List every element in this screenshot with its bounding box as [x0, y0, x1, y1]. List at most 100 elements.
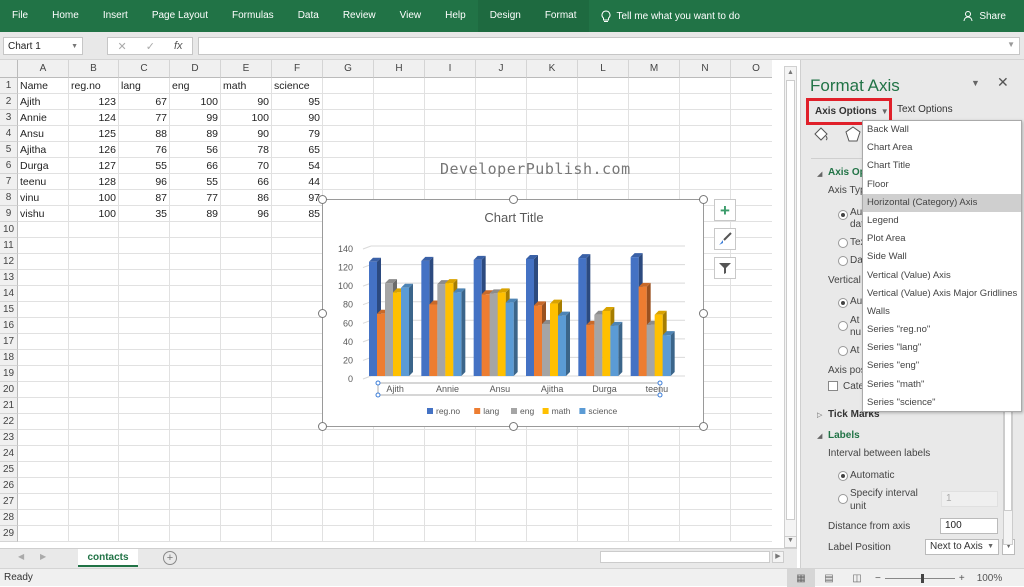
- cell-C12[interactable]: [119, 254, 170, 270]
- cell-F18[interactable]: [272, 350, 323, 366]
- cell-L3[interactable]: [578, 110, 629, 126]
- cell-J25[interactable]: [476, 462, 527, 478]
- zoom-level[interactable]: 100%: [977, 573, 1003, 584]
- formula-input[interactable]: ▼: [198, 37, 1020, 55]
- cell-D2[interactable]: 100: [170, 94, 221, 110]
- text-options-tab[interactable]: Text Options: [897, 104, 953, 115]
- ribbon-tab-file[interactable]: File: [0, 0, 40, 32]
- cell-O5[interactable]: [731, 142, 772, 158]
- cell-L5[interactable]: [578, 142, 629, 158]
- cell-M5[interactable]: [629, 142, 680, 158]
- cell-C15[interactable]: [119, 302, 170, 318]
- cell-L25[interactable]: [578, 462, 629, 478]
- next-sheet-icon[interactable]: ▶: [40, 552, 46, 561]
- ribbon-tab-formulas[interactable]: Formulas: [220, 0, 286, 32]
- cell-L26[interactable]: [578, 478, 629, 494]
- cell-A8[interactable]: vinu: [18, 190, 69, 206]
- cell-A23[interactable]: [18, 430, 69, 446]
- column-header-N[interactable]: N: [680, 60, 731, 78]
- cell-G27[interactable]: [323, 494, 374, 510]
- cell-G6[interactable]: [323, 158, 374, 174]
- cell-D8[interactable]: 77: [170, 190, 221, 206]
- scroll-right-icon[interactable]: ▶: [772, 551, 784, 563]
- cell-C22[interactable]: [119, 414, 170, 430]
- cell-C23[interactable]: [119, 430, 170, 446]
- cell-I25[interactable]: [425, 462, 476, 478]
- column-header-E[interactable]: E: [221, 60, 272, 78]
- cell-I2[interactable]: [425, 94, 476, 110]
- row-header-18[interactable]: 18: [0, 350, 18, 366]
- row-header-19[interactable]: 19: [0, 366, 18, 382]
- cell-A28[interactable]: [18, 510, 69, 526]
- ribbon-tab-data[interactable]: Data: [286, 0, 331, 32]
- cell-D3[interactable]: 99: [170, 110, 221, 126]
- ribbon-tab-home[interactable]: Home: [40, 0, 91, 32]
- cell-E20[interactable]: [221, 382, 272, 398]
- cell-A19[interactable]: [18, 366, 69, 382]
- cell-A10[interactable]: [18, 222, 69, 238]
- cell-L24[interactable]: [578, 446, 629, 462]
- collapse-icon[interactable]: ◢: [817, 432, 822, 440]
- cell-F3[interactable]: 90: [272, 110, 323, 126]
- interval-unit-input[interactable]: 1: [941, 491, 998, 507]
- cell-E29[interactable]: [221, 526, 272, 542]
- cell-N3[interactable]: [680, 110, 731, 126]
- cell-D28[interactable]: [170, 510, 221, 526]
- cell-A1[interactable]: Name: [18, 78, 69, 94]
- column-header-O[interactable]: O: [731, 60, 772, 78]
- cell-F11[interactable]: [272, 238, 323, 254]
- cell-K27[interactable]: [527, 494, 578, 510]
- cell-H26[interactable]: [374, 478, 425, 494]
- cell-F5[interactable]: 65: [272, 142, 323, 158]
- cell-B19[interactable]: [69, 366, 119, 382]
- zoom-slider[interactable]: [884, 573, 955, 583]
- cell-C8[interactable]: 87: [119, 190, 170, 206]
- cell-A3[interactable]: Annie: [18, 110, 69, 126]
- cell-D27[interactable]: [170, 494, 221, 510]
- cell-A17[interactable]: [18, 334, 69, 350]
- cell-E4[interactable]: 90: [221, 126, 272, 142]
- cell-C3[interactable]: 77: [119, 110, 170, 126]
- cell-D21[interactable]: [170, 398, 221, 414]
- cell-M27[interactable]: [629, 494, 680, 510]
- name-box[interactable]: Chart 1 ▼: [3, 37, 83, 55]
- cell-A2[interactable]: Ajith: [18, 94, 69, 110]
- chart[interactable]: Chart Title 0 20 40 60 80 100 120 140 Ajith Annie A…: [322, 199, 704, 427]
- cell-B24[interactable]: [69, 446, 119, 462]
- cell-A25[interactable]: [18, 462, 69, 478]
- cell-H3[interactable]: [374, 110, 425, 126]
- chart-resize-handle[interactable]: [318, 308, 327, 318]
- dropdown-option[interactable]: Plot Area: [863, 230, 1021, 248]
- cell-A20[interactable]: [18, 382, 69, 398]
- cell-D15[interactable]: [170, 302, 221, 318]
- cell-C11[interactable]: [119, 238, 170, 254]
- cell-D12[interactable]: [170, 254, 221, 270]
- cell-M28[interactable]: [629, 510, 680, 526]
- ribbon-tab-format[interactable]: Format: [532, 0, 589, 32]
- column-header-F[interactable]: F: [272, 60, 323, 78]
- dropdown-option[interactable]: Series "reg.no": [863, 321, 1021, 339]
- select-all-corner[interactable]: [0, 60, 18, 78]
- cell-E13[interactable]: [221, 270, 272, 286]
- cell-K3[interactable]: [527, 110, 578, 126]
- cell-F22[interactable]: [272, 414, 323, 430]
- cell-F15[interactable]: [272, 302, 323, 318]
- cell-O19[interactable]: [731, 366, 772, 382]
- cell-G28[interactable]: [323, 510, 374, 526]
- distance-input[interactable]: 100: [940, 518, 998, 534]
- cell-M6[interactable]: [629, 158, 680, 174]
- row-header-21[interactable]: 21: [0, 398, 18, 414]
- cell-F2[interactable]: 95: [272, 94, 323, 110]
- cell-A15[interactable]: [18, 302, 69, 318]
- cell-D25[interactable]: [170, 462, 221, 478]
- cell-B2[interactable]: 123: [69, 94, 119, 110]
- cell-E12[interactable]: [221, 254, 272, 270]
- cell-K5[interactable]: [527, 142, 578, 158]
- row-header-9[interactable]: 9: [0, 206, 18, 222]
- cell-F12[interactable]: [272, 254, 323, 270]
- cell-N7[interactable]: [680, 174, 731, 190]
- row-header-14[interactable]: 14: [0, 286, 18, 302]
- cell-I24[interactable]: [425, 446, 476, 462]
- row-header-15[interactable]: 15: [0, 302, 18, 318]
- cell-B4[interactable]: 125: [69, 126, 119, 142]
